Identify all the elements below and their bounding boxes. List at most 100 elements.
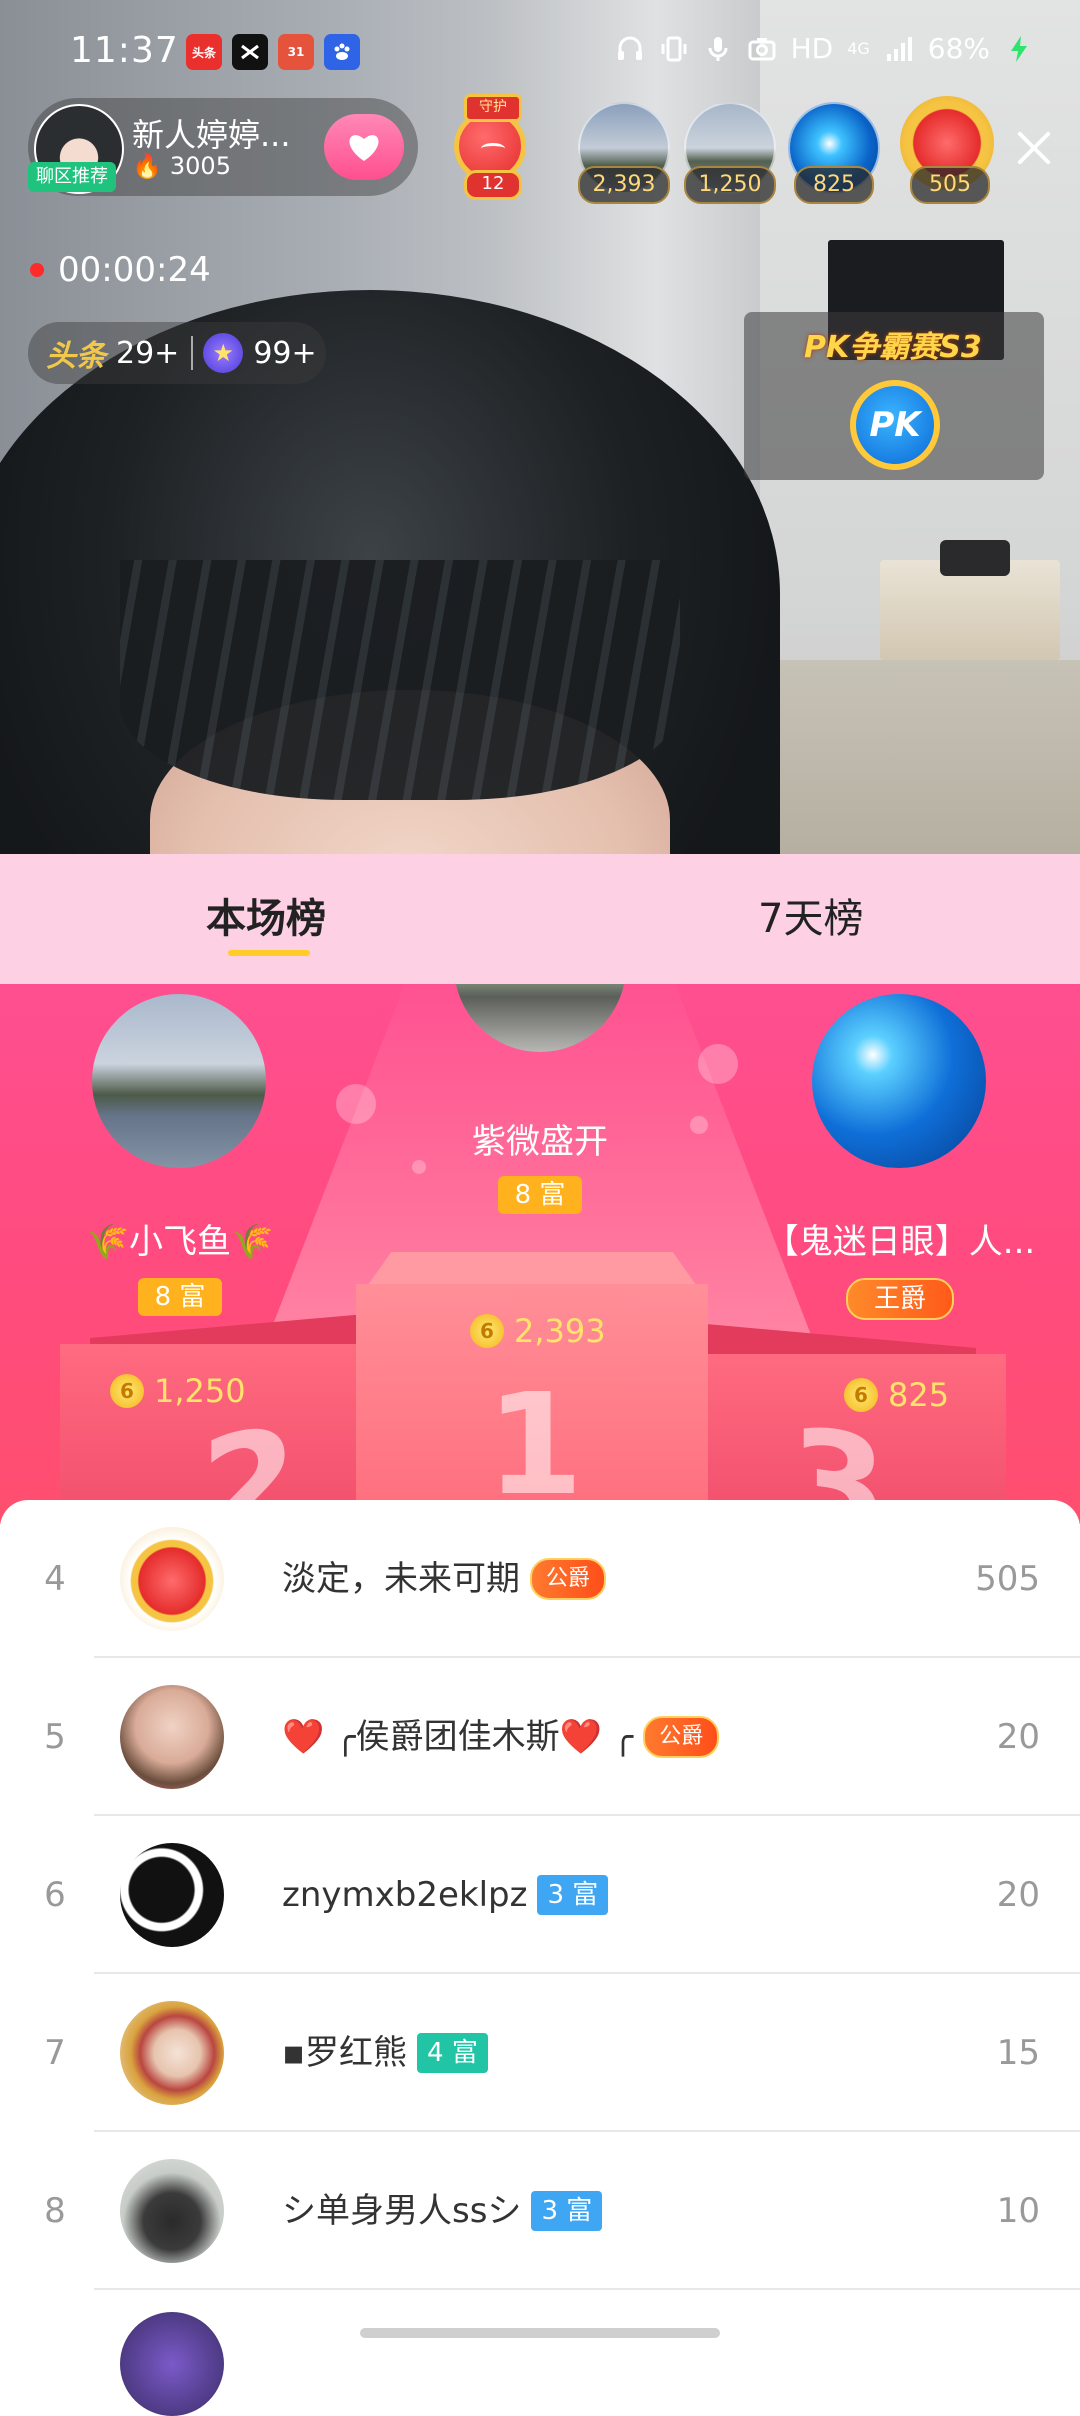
charging-icon bbox=[1011, 35, 1027, 62]
list-rank: 8 bbox=[44, 2191, 66, 2231]
headphones-icon bbox=[617, 36, 642, 60]
live-timer-value: 00:00:24 bbox=[58, 250, 211, 290]
list-item[interactable]: 8 シ单身男人ssシ 3 富 10 bbox=[0, 2132, 1080, 2290]
status-indicators: HD 4G 68% bbox=[615, 32, 1034, 65]
fire-icon: 🔥 bbox=[132, 152, 162, 180]
list-avatar[interactable] bbox=[120, 2159, 224, 2263]
heart-icon bbox=[349, 135, 379, 161]
list-avatar[interactable] bbox=[120, 1843, 224, 1947]
tab-current-session[interactable]: 本场榜 bbox=[206, 854, 326, 984]
coin-icon: 6 bbox=[110, 1374, 144, 1408]
headline-count: 29+ bbox=[116, 335, 180, 371]
list-score: 20 bbox=[996, 1875, 1040, 1915]
status-time: 11:37 bbox=[70, 30, 179, 71]
star-count: 99+ bbox=[253, 335, 317, 371]
list-item[interactable]: 4 淡定，未来可期 公爵 505 bbox=[0, 1500, 1080, 1658]
microphone-icon bbox=[708, 36, 728, 61]
camera-icon bbox=[748, 37, 776, 60]
podium-second-name: 🌾小飞鱼🌾 bbox=[86, 1222, 274, 1262]
list-item[interactable]: 7 ▪罗红熊 4 富 15 bbox=[0, 1974, 1080, 2132]
audience-count-2: 1,250 bbox=[684, 166, 776, 204]
pk-button[interactable]: PK bbox=[850, 380, 940, 470]
podium-second-avatar[interactable] bbox=[92, 994, 266, 1168]
list-rank: 5 bbox=[44, 1717, 66, 1757]
podium-second-score: 6 1,250 bbox=[110, 1372, 246, 1410]
list-name: znymxb2eklpz 3 富 bbox=[282, 1816, 609, 1974]
vibrate-icon bbox=[661, 36, 687, 61]
host-heat-value: 3005 bbox=[169, 152, 231, 180]
coin-icon: 6 bbox=[470, 1314, 504, 1348]
status-bar: 11:37 头条 31 HD 4G 68% bbox=[0, 0, 1080, 100]
decor-bubble bbox=[690, 1116, 708, 1134]
star-icon: ★ bbox=[203, 333, 244, 373]
list-name: ▪罗红熊 4 富 bbox=[282, 1974, 488, 2132]
rank-divider bbox=[191, 336, 194, 370]
battery-level: 68% bbox=[927, 32, 990, 65]
toutiao-app-icon: 头条 bbox=[186, 34, 222, 70]
level-badge: 3 富 bbox=[537, 1875, 609, 1915]
podium-area: 1 2 3 紫微盛开 8 富 6 2,393 🌾小飞鱼🌾 8 富 6 1,250… bbox=[0, 984, 1080, 1524]
podium-third-score: 6 825 bbox=[844, 1376, 949, 1414]
close-icon[interactable] bbox=[1012, 126, 1056, 170]
podium-third-level: 王爵 bbox=[846, 1278, 954, 1320]
baidu-app-icon bbox=[324, 34, 360, 70]
podium-third-score-value: 825 bbox=[888, 1376, 950, 1414]
list-avatar[interactable] bbox=[120, 1685, 224, 1789]
audience-count-4: 505 bbox=[910, 166, 990, 204]
list-name-text: 淡定，未来可期 bbox=[282, 1559, 520, 1599]
pk-card[interactable]: PK争霸赛S3 PK bbox=[744, 312, 1044, 480]
list-avatar[interactable] bbox=[120, 2312, 224, 2416]
tab-active-indicator bbox=[228, 950, 310, 956]
recording-dot-icon bbox=[30, 263, 44, 277]
host-recommend-tag: 聊区推荐 bbox=[28, 162, 116, 192]
guard-title: 守护 bbox=[464, 94, 522, 122]
list-name-text: ❤️ ╭侯爵团佳木斯❤️ ╭ bbox=[282, 1717, 634, 1757]
level-badge: 4 富 bbox=[417, 2033, 488, 2073]
noble-badge: 公爵 bbox=[643, 1716, 720, 1758]
audience-count-1: 2,393 bbox=[578, 166, 670, 204]
background-floor bbox=[760, 660, 1080, 860]
streamer-bangs bbox=[120, 560, 680, 800]
home-indicator[interactable] bbox=[360, 2328, 720, 2338]
guard-badge[interactable]: 守护 12 bbox=[438, 92, 542, 200]
list-item[interactable]: 5 ❤️ ╭侯爵团佳木斯❤️ ╭ 公爵 20 bbox=[0, 1658, 1080, 1816]
list-name: シ单身男人ssシ 3 富 bbox=[282, 2132, 603, 2290]
list-score: 10 bbox=[996, 2191, 1040, 2231]
background-speaker bbox=[940, 540, 1010, 576]
follow-button[interactable] bbox=[324, 114, 404, 180]
list-rank: 6 bbox=[44, 1875, 66, 1915]
host-info-pill[interactable]: 聊区推荐 新人婷婷... 🔥 3005 bbox=[28, 98, 418, 196]
rank-pill[interactable]: 头条 29+ ★ 99+ bbox=[28, 322, 326, 384]
calendar-app-icon: 31 bbox=[278, 34, 314, 70]
leaderboard-tabs: 本场榜 7天榜 bbox=[0, 854, 1080, 984]
pk-title: PK争霸赛S3 bbox=[804, 330, 982, 365]
podium-third-name: 【鬼迷日眼】人... bbox=[764, 1222, 1036, 1262]
list-name-text: シ单身男人ssシ bbox=[282, 2191, 522, 2231]
podium-first-score: 6 2,393 bbox=[470, 1312, 606, 1350]
podium-first-name: 紫微盛开 bbox=[472, 1122, 608, 1162]
podium-first-score-value: 2,393 bbox=[514, 1312, 606, 1350]
decor-bubble bbox=[698, 1044, 738, 1084]
list-score: 15 bbox=[996, 2033, 1040, 2073]
audience-count-3: 825 bbox=[794, 166, 874, 204]
podium-second-level: 8 富 bbox=[138, 1278, 222, 1316]
podium-second-score-value: 1,250 bbox=[154, 1372, 246, 1410]
list-avatar[interactable] bbox=[120, 1527, 224, 1631]
list-score: 505 bbox=[975, 1559, 1040, 1599]
level-badge: 3 富 bbox=[531, 2191, 603, 2231]
headline-label: 头条 bbox=[46, 339, 106, 374]
signal-icon bbox=[886, 36, 912, 61]
guard-count: 12 bbox=[464, 170, 522, 200]
tab-seven-days[interactable]: 7天榜 bbox=[758, 854, 863, 984]
list-item[interactable]: 6 znymxb2eklpz 3 富 20 bbox=[0, 1816, 1080, 1974]
host-heat: 🔥 3005 bbox=[132, 152, 231, 180]
podium-third-avatar[interactable] bbox=[812, 994, 986, 1168]
list-rank: 4 bbox=[44, 1559, 66, 1599]
list-rank: 7 bbox=[44, 2033, 66, 2073]
decor-bubble bbox=[336, 1084, 376, 1124]
host-name: 新人婷婷... bbox=[132, 116, 291, 154]
live-timer: 00:00:24 bbox=[30, 250, 211, 290]
list-avatar[interactable] bbox=[120, 2001, 224, 2105]
network-type: 4G bbox=[847, 38, 870, 58]
coin-icon: 6 bbox=[844, 1378, 878, 1412]
